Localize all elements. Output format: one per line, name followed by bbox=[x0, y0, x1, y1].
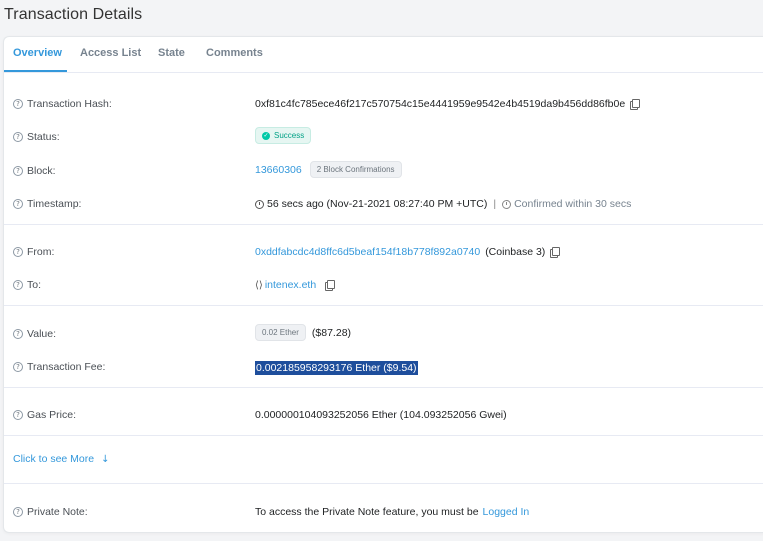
copy-icon[interactable] bbox=[630, 99, 641, 110]
from-address-link[interactable]: 0xddfabcdc4d8ffc6d5beaf154f18b778f892a07… bbox=[255, 246, 480, 258]
question-circle-icon[interactable]: ? bbox=[13, 410, 23, 420]
private-note-text: To access the Private Note feature, you … bbox=[255, 506, 479, 518]
question-circle-icon[interactable]: ? bbox=[13, 166, 23, 176]
row-private-note: ? Private Note: To access the Private No… bbox=[4, 501, 763, 525]
row-gas-price: ? Gas Price: 0.000000104093252056 Ether … bbox=[4, 404, 763, 428]
divider bbox=[4, 387, 763, 388]
question-circle-icon[interactable]: ? bbox=[13, 199, 23, 209]
copy-icon[interactable] bbox=[325, 280, 336, 291]
question-circle-icon[interactable]: ? bbox=[13, 329, 23, 339]
row-label: Gas Price: bbox=[27, 409, 77, 421]
divider bbox=[4, 305, 763, 306]
clock-icon bbox=[255, 199, 264, 209]
row-timestamp: ? Timestamp: 56 secs ago (Nov-21-2021 08… bbox=[4, 193, 763, 217]
tab-access-list[interactable]: Access List bbox=[80, 47, 141, 59]
gas-price-value: 0.000000104093252056 Ether (104.09325205… bbox=[255, 409, 507, 421]
question-circle-icon[interactable]: ? bbox=[13, 507, 23, 517]
tab-state[interactable]: State bbox=[158, 47, 185, 59]
row-from: ? From: 0xddfabcdc4d8ffc6d5beaf154f18b77… bbox=[4, 241, 763, 265]
block-confirmations-badge: 2 Block Confirmations bbox=[309, 161, 402, 178]
row-label: Block: bbox=[27, 165, 56, 177]
tab-bar: Overview Access List State Comments bbox=[4, 37, 763, 73]
row-label: Status: bbox=[27, 131, 60, 143]
row-label: Transaction Hash: bbox=[27, 98, 112, 110]
to-address-link[interactable]: intenex.eth bbox=[265, 279, 316, 291]
divider bbox=[4, 224, 763, 225]
question-circle-icon[interactable]: ? bbox=[13, 280, 23, 290]
see-more-label: Click to see More bbox=[13, 453, 95, 465]
check-circle-icon: ✓ bbox=[262, 131, 270, 140]
row-transaction-hash: ? Transaction Hash: 0xf81c4fc785ece46f21… bbox=[4, 93, 763, 117]
row-label: Value: bbox=[27, 328, 56, 340]
row-value: ? Value: 0.02 Ether ($87.28) bbox=[4, 323, 763, 347]
transaction-fee-value: 0.002185958293176 Ether ($9.54) bbox=[255, 361, 418, 375]
row-label: Transaction Fee: bbox=[27, 361, 106, 373]
usd-value: ($87.28) bbox=[311, 326, 352, 339]
from-address-note: (Coinbase 3) bbox=[485, 246, 546, 258]
clock-icon bbox=[502, 199, 512, 209]
row-block: ? Block: 13660306 2 Block Confirmations bbox=[4, 160, 763, 184]
copy-icon[interactable] bbox=[550, 247, 561, 258]
question-circle-icon[interactable]: ? bbox=[13, 362, 23, 372]
code-icon: ⟨⟩ bbox=[255, 279, 263, 291]
row-transaction-fee: ? Transaction Fee: 0.002185958293176 Eth… bbox=[4, 356, 763, 380]
tab-overview[interactable]: Overview bbox=[13, 47, 62, 59]
question-circle-icon[interactable]: ? bbox=[13, 247, 23, 257]
block-number-link[interactable]: 13660306 bbox=[255, 164, 302, 176]
row-label: From: bbox=[27, 246, 55, 258]
row-label: Private Note: bbox=[27, 506, 88, 518]
tab-comments[interactable]: Comments bbox=[206, 47, 263, 59]
divider bbox=[4, 435, 763, 436]
confirmed-within-text: Confirmed within 30 secs bbox=[514, 198, 632, 210]
status-badge: ✓ Success bbox=[255, 127, 312, 144]
row-label: To: bbox=[27, 279, 42, 291]
row-label: Timestamp: bbox=[27, 198, 82, 210]
transaction-hash-value: 0xf81c4fc785ece46f217c570754c15e4441959e… bbox=[255, 98, 626, 110]
row-status: ? Status: ✓ Success bbox=[4, 126, 763, 150]
transaction-card: Overview Access List State Comments ? Tr… bbox=[3, 36, 763, 533]
login-link[interactable]: Logged In bbox=[483, 506, 530, 518]
row-to: ? To: ⟨⟩ intenex.eth bbox=[4, 274, 763, 298]
question-circle-icon[interactable]: ? bbox=[13, 99, 23, 109]
divider bbox=[4, 483, 763, 484]
arrow-down-icon: ↓ bbox=[101, 453, 110, 465]
active-tab-indicator bbox=[4, 70, 67, 72]
status-text: Success bbox=[274, 131, 305, 140]
question-circle-icon[interactable]: ? bbox=[13, 132, 23, 142]
separator: | bbox=[493, 198, 497, 210]
page-title: Transaction Details bbox=[4, 6, 143, 23]
ether-value-badge: 0.02 Ether bbox=[255, 324, 306, 341]
timestamp-value: 56 secs ago (Nov-21-2021 08:27:40 PM +UT… bbox=[267, 198, 488, 210]
see-more-link[interactable]: Click to see More ↓ bbox=[13, 453, 110, 465]
